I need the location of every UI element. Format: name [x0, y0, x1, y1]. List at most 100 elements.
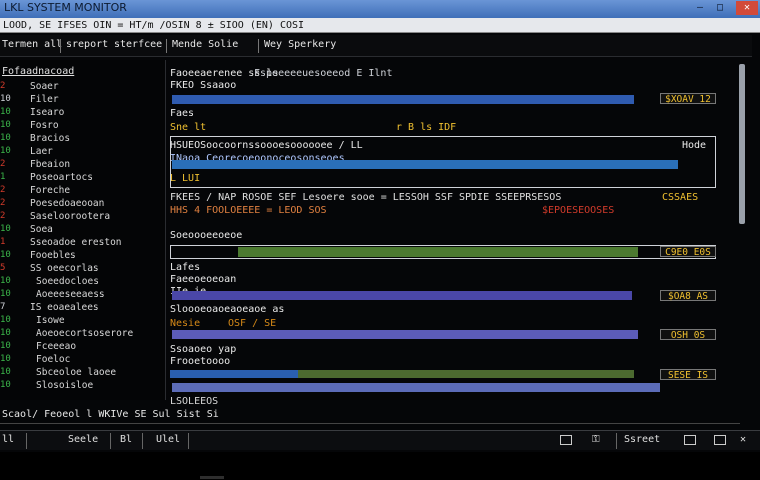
tree-row[interactable]: 2 Soaer [0, 80, 165, 93]
tree-row[interactable]: 10 Laer [0, 145, 165, 158]
tree-row[interactable]: 2 Foreche [0, 184, 165, 197]
status-marker: 10 [0, 328, 11, 338]
toolbar-terminal-all[interactable]: Termen all [2, 39, 62, 50]
tree-row[interactable]: 10 Soeedocloes [0, 275, 165, 288]
status-marker: 7 [0, 302, 6, 312]
tree-row[interactable]: 1 Poseoartocs [0, 171, 165, 184]
tree-row-label: Isowe [36, 315, 65, 326]
window-icon[interactable] [684, 435, 696, 445]
toolbar-separator [166, 39, 167, 53]
bezel-mark [200, 476, 224, 479]
tree-row[interactable]: 5 SS oeecorlas [0, 262, 165, 275]
tree-row-label: Soea [30, 224, 53, 235]
metric-label: Faes [170, 108, 195, 119]
status-item[interactable]: Ulel [156, 434, 180, 445]
tree-row[interactable]: 10 Foeloc [0, 353, 165, 366]
tree-row[interactable]: 10 Sbceoloe laoee [0, 366, 165, 379]
tree-row-label: Poesedoaeooan [30, 198, 105, 209]
close-button[interactable]: ✕ [736, 1, 758, 15]
tree-row[interactable]: 2 Saseloorootera [0, 210, 165, 223]
tree-row-label: Sbceoloe laoee [36, 367, 117, 378]
vertical-scrollbar[interactable] [738, 62, 746, 422]
toolbar: Termen all sreport sterfcee Mende Solie … [0, 35, 752, 57]
lock-icon[interactable]: ⚿ [592, 434, 600, 445]
metric-note: Fspeeeeeuesoeeod E Ilnt [254, 68, 393, 79]
tree-row[interactable]: 7 IS eoaealees [0, 301, 165, 314]
tree-row[interactable]: 10 Bracios [0, 132, 165, 145]
tree-row-label: Aoeoecortsoserore [36, 328, 134, 339]
metric-label: Frooetoooo [170, 356, 231, 367]
status-marker: 10 [0, 354, 11, 364]
metric-note: r B ls IDF [396, 122, 457, 133]
tree-row[interactable]: 10 Slosoisloe [0, 379, 165, 392]
metric-value: OSF / SE [228, 318, 277, 329]
status-marker: 10 [0, 94, 11, 104]
tree-row[interactable]: 10 Aoeoecortsoserore [0, 327, 165, 340]
tree-row[interactable]: 10 Isowe [0, 314, 165, 327]
status-marker: 10 [0, 107, 11, 117]
process-bar-c [172, 383, 660, 392]
alert-value: $EPOESEOOSES [542, 205, 615, 216]
tree-row[interactable]: 10 Soea [0, 223, 165, 236]
tree-row[interactable]: 10 Fosro [0, 119, 165, 132]
monitor-icon[interactable] [560, 435, 572, 445]
window-title: LKL SYSTEM MONITOR [4, 1, 127, 14]
status-marker: 10 [0, 315, 11, 325]
scrollbar-thumb[interactable] [739, 64, 745, 224]
status-marker: 10 [0, 120, 11, 130]
swap-bar [172, 330, 638, 339]
tree-row[interactable]: 2 Poesedoaeooan [0, 197, 165, 210]
tree-row[interactable]: 10 Filer [0, 93, 165, 106]
tree-row-label: Filer [30, 94, 59, 105]
tree-row-label: Sseoadoe ereston [30, 237, 122, 248]
tree-row[interactable]: 10 Fceeeao [0, 340, 165, 353]
status-marker: 1 [0, 237, 6, 247]
metric-value: Hode [682, 140, 707, 151]
status-separator [26, 433, 27, 449]
toolbar-separator [60, 39, 61, 53]
disk-value: C9E0 E0S [660, 246, 716, 258]
status-item[interactable]: Seele [68, 434, 98, 445]
menu-bar[interactable]: LOOD, SE IFSES OIN = HT/m /OSIN 8 ± SIOO… [0, 18, 760, 33]
tree-row[interactable]: 10 Aoeeeseeaess [0, 288, 165, 301]
metric-label: Lafes [170, 262, 201, 273]
tree-row[interactable]: 10 Isearo [0, 106, 165, 119]
tree-row-label: Soeedocloes [36, 276, 99, 287]
tree-row-label: Fooebles [30, 250, 76, 261]
tree-row-label: Isearo [30, 107, 65, 118]
close-icon[interactable]: ✕ [740, 434, 746, 445]
toolbar-module-select[interactable]: Mende Solie [172, 39, 238, 50]
process-bar-b [298, 370, 634, 378]
status-marker: 10 [0, 146, 11, 156]
minimize-button[interactable]: — [692, 1, 708, 15]
status-marker: 2 [0, 198, 6, 208]
tree-row[interactable]: 1 Sseoadoe ereston [0, 236, 165, 249]
status-separator [110, 433, 111, 449]
maximize-button[interactable]: □ [712, 1, 728, 15]
grid-icon[interactable] [714, 435, 726, 445]
tree-row[interactable]: 10 Fooebles [0, 249, 165, 262]
tree-row-label: SS oeecorlas [30, 263, 99, 274]
status-item[interactable]: Ssreet [624, 434, 660, 445]
alert-line: HHS 4 FOOLOEEEE = LEOD SOS [170, 205, 327, 216]
command-line[interactable]: Scaol/ Feoeol l WKIVe SE Sul Sist Si [0, 406, 740, 424]
toolbar-interface[interactable]: sterfcee [114, 39, 162, 50]
tree-row-label: Fosro [30, 120, 59, 131]
tree-row[interactable]: 2 Fbeaion [0, 158, 165, 171]
screen-bezel [0, 452, 760, 480]
toolbar-view-summary[interactable]: Wey Sperkery [264, 39, 336, 50]
metric-label: Faeeoeoeoan [170, 274, 237, 285]
network-bar [172, 160, 678, 169]
window-titlebar[interactable]: LKL SYSTEM MONITOR — □ ✕ [0, 0, 760, 18]
metric-label: Nesie [170, 318, 201, 329]
status-separator [616, 433, 617, 449]
swap-value: OSH 0S [660, 329, 716, 341]
status-item[interactable]: ll [2, 434, 14, 445]
status-item[interactable]: Bl [120, 434, 132, 445]
status-marker: 2 [0, 211, 6, 221]
toolbar-report[interactable]: sreport [66, 39, 108, 50]
memory-value: $OA8 AS [660, 290, 716, 302]
usage-value: $XOAV 12 [660, 93, 716, 105]
disk-block [170, 245, 716, 259]
process-tree-pane: Fofaadnacoad 2 Soaer 10 Filer 10 Isearo 10 Fosr… [0, 60, 166, 400]
